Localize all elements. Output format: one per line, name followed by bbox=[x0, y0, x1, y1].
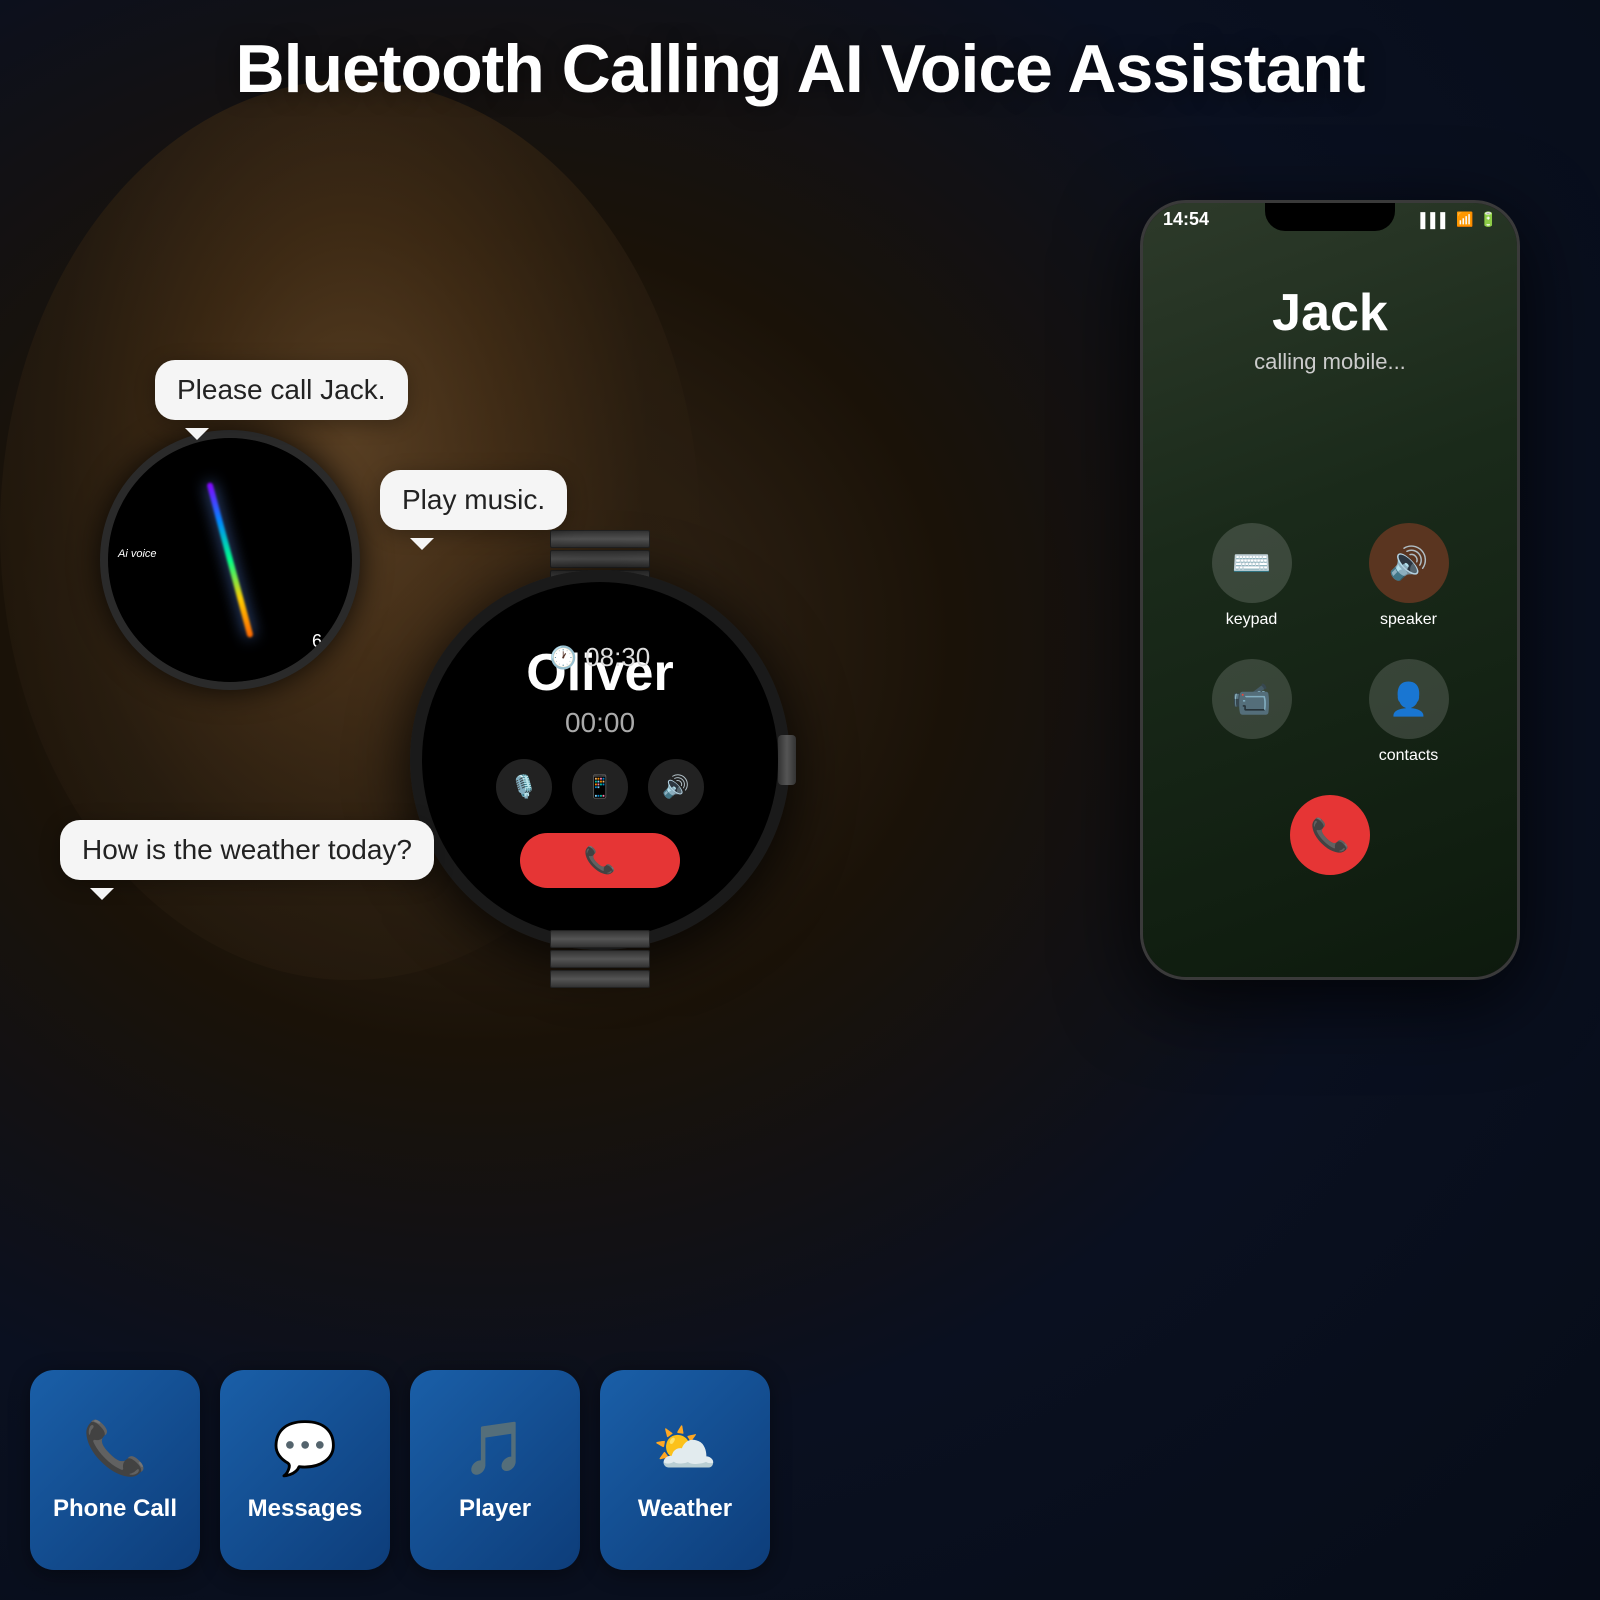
feature-icon-2: 🎵 bbox=[463, 1418, 528, 1479]
phone-caller-status: calling mobile... bbox=[1143, 349, 1517, 375]
watch-mute-button[interactable]: 🎙️ bbox=[496, 759, 552, 815]
watch-main-face: 🕐 08:30 Oliver 00:00 🎙️ 📱 🔊 📞 bbox=[422, 582, 778, 938]
phone-status-bar: 14:54 ▌▌▌ 📶 🔋 bbox=[1163, 209, 1497, 230]
phone-time: 14:54 bbox=[1163, 209, 1209, 230]
watch-wrist-number: 6 bbox=[312, 631, 322, 652]
feature-icon-1: 💬 bbox=[273, 1418, 338, 1479]
battery-icon: 🔋 bbox=[1480, 211, 1497, 228]
video-icon-circle: 📹 bbox=[1212, 659, 1292, 739]
feature-label-2: Player bbox=[459, 1495, 531, 1523]
contacts-icon-circle: 👤 bbox=[1369, 659, 1449, 739]
phone-controls-row1: ⌨️ keypad 🔊 speaker bbox=[1173, 523, 1487, 629]
feature-label-0: Phone Call bbox=[53, 1495, 177, 1523]
watch-call-controls: 🎙️ 📱 🔊 bbox=[496, 759, 704, 815]
feature-card-phone-call[interactable]: 📞 Phone Call bbox=[30, 1370, 200, 1570]
phone-screen: 14:54 ▌▌▌ 📶 🔋 Jack calling mobile... ⌨️ bbox=[1143, 203, 1517, 977]
watch-wrist: Ai voice 6 bbox=[100, 430, 380, 710]
feature-icon-3: ⛅ bbox=[653, 1418, 718, 1479]
watch-main-body: 🕐 08:30 Oliver 00:00 🎙️ 📱 🔊 📞 bbox=[410, 570, 790, 950]
contacts-icon: 👤 bbox=[1389, 680, 1429, 718]
watch-crown[interactable] bbox=[778, 735, 796, 785]
watch-band-bottom bbox=[550, 930, 650, 990]
keypad-icon-circle: ⌨️ bbox=[1212, 523, 1292, 603]
watch-call-duration: 00:00 bbox=[565, 707, 635, 739]
phone-caller-name: Jack bbox=[1143, 283, 1517, 343]
watch-end-call-button[interactable]: 📞 bbox=[520, 833, 680, 888]
watch-main: 🕐 08:30 Oliver 00:00 🎙️ 📱 🔊 📞 bbox=[390, 550, 810, 970]
features-bar: 📞 Phone Call 💬 Messages 🎵 Player ⛅ Weath… bbox=[30, 1370, 770, 1570]
phone-end-call-button[interactable]: 📞 bbox=[1290, 795, 1370, 875]
phone-status-icons: ▌▌▌ 📶 🔋 bbox=[1420, 211, 1497, 228]
ai-voice-label: Ai voice bbox=[118, 548, 157, 560]
phone-controls: ⌨️ keypad 🔊 speaker 📹 bbox=[1143, 523, 1517, 875]
speech-bubble-music: Play music. bbox=[380, 470, 567, 530]
ai-voice-beam bbox=[206, 482, 253, 638]
watch-wrist-body: Ai voice 6 bbox=[100, 430, 360, 690]
wifi-icon: 📶 bbox=[1456, 211, 1473, 228]
header: Bluetooth Calling AI Voice Assistant bbox=[0, 30, 1600, 108]
signal-icon: ▌▌▌ bbox=[1420, 212, 1450, 228]
watch-phone-button[interactable]: 📱 bbox=[572, 759, 628, 815]
contacts-label: contacts bbox=[1379, 747, 1439, 765]
end-call-icon: 📞 bbox=[1310, 816, 1350, 854]
page-title: Bluetooth Calling AI Voice Assistant bbox=[0, 30, 1600, 108]
keypad-icon: ⌨️ bbox=[1232, 544, 1272, 582]
feature-label-3: Weather bbox=[638, 1495, 732, 1523]
phone-caller-area: Jack calling mobile... bbox=[1143, 283, 1517, 375]
watch-wrist-face: Ai voice 6 bbox=[108, 438, 352, 682]
feature-label-1: Messages bbox=[248, 1495, 363, 1523]
watch-main-time-display: 🕐 08:30 bbox=[550, 642, 650, 673]
contacts-button[interactable]: 👤 contacts bbox=[1369, 659, 1449, 765]
watch-speaker-button[interactable]: 🔊 bbox=[648, 759, 704, 815]
speech-bubble-call: Please call Jack. bbox=[155, 360, 408, 420]
feature-card-player[interactable]: 🎵 Player bbox=[410, 1370, 580, 1570]
feature-icon-0: 📞 bbox=[83, 1418, 148, 1479]
phone: 14:54 ▌▌▌ 📶 🔋 Jack calling mobile... ⌨️ bbox=[1140, 200, 1520, 980]
watch-main-time-text: 08:30 bbox=[585, 642, 650, 673]
phone-body: 14:54 ▌▌▌ 📶 🔋 Jack calling mobile... ⌨️ bbox=[1140, 200, 1520, 980]
feature-card-messages[interactable]: 💬 Messages bbox=[220, 1370, 390, 1570]
speaker-label: speaker bbox=[1380, 611, 1437, 629]
keypad-label: keypad bbox=[1226, 611, 1278, 629]
video-button[interactable]: 📹 bbox=[1212, 659, 1292, 765]
speaker-button[interactable]: 🔊 speaker bbox=[1369, 523, 1449, 629]
keypad-button[interactable]: ⌨️ keypad bbox=[1212, 523, 1292, 629]
speech-bubble-weather: How is the weather today? bbox=[60, 820, 434, 880]
speaker-icon-circle: 🔊 bbox=[1369, 523, 1449, 603]
clock-icon: 🕐 bbox=[550, 645, 577, 671]
speaker-icon: 🔊 bbox=[1389, 544, 1429, 582]
video-icon: 📹 bbox=[1232, 680, 1272, 718]
phone-controls-row2: 📹 👤 contacts bbox=[1173, 659, 1487, 765]
feature-card-weather[interactable]: ⛅ Weather bbox=[600, 1370, 770, 1570]
